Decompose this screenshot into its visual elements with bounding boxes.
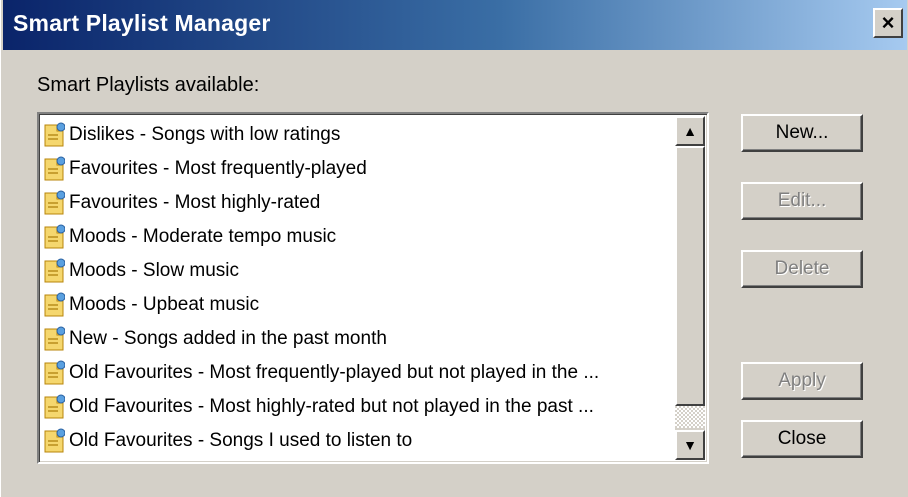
playlist-icon [44, 190, 65, 215]
playlist-icon [44, 258, 65, 283]
playlist-icon [44, 292, 65, 317]
list-item-label: Old Favourites - Most frequently-played … [69, 362, 600, 383]
list-item-label: New - Songs added in the past month [69, 328, 387, 349]
arrow-up-icon: ▲ [683, 123, 697, 139]
playlist-listbox[interactable]: Dislikes - Songs with low ratings Favour… [37, 112, 709, 464]
scroll-thumb[interactable] [675, 146, 705, 406]
scroll-track[interactable] [675, 406, 705, 428]
arrow-down-icon: ▼ [683, 437, 697, 453]
playlist-icon [44, 122, 65, 147]
list-item-label: Favourites - Most frequently-played [69, 158, 367, 179]
list-item-label: Moods - Moderate tempo music [69, 226, 337, 247]
list-item[interactable]: Old Favourites - Most frequently-played … [43, 356, 677, 390]
list-item-label: Old Favourites - Most highly-rated but n… [69, 396, 594, 417]
vertical-scrollbar[interactable]: ▲ ▼ [675, 116, 705, 460]
list-item[interactable]: Old Favourites - Songs I used to listen … [43, 424, 677, 458]
list-item-label: Favourites - Most highly-rated [69, 192, 321, 213]
list-item-label: Moods - Slow music [69, 260, 239, 281]
list-item[interactable]: Moods - Slow music [43, 254, 677, 288]
playlist-icon [44, 224, 65, 249]
list-item-label: Dislikes - Songs with low ratings [69, 124, 341, 145]
title-bar[interactable]: Smart Playlist Manager × [3, 0, 907, 50]
list-item[interactable]: New - Songs added in the past month [43, 322, 677, 356]
list-item-label: Old Favourites - Songs I used to listen … [69, 430, 413, 451]
list-item[interactable]: Moods - Upbeat music [43, 288, 677, 322]
edit-button[interactable]: Edit... [741, 182, 863, 220]
list-item[interactable]: Old Favourites - Most highly-rated but n… [43, 390, 677, 424]
playlist-icon [44, 428, 65, 453]
playlist-icon [44, 156, 65, 181]
apply-button[interactable]: Apply [741, 362, 863, 400]
smart-playlist-manager-dialog: Smart Playlist Manager × Smart Playlists… [0, 0, 908, 497]
window-title: Smart Playlist Manager [13, 10, 271, 36]
playlist-icon [44, 394, 65, 419]
list-item[interactable]: Moods - Moderate tempo music [43, 220, 677, 254]
list-item[interactable]: Favourites - Most frequently-played [43, 152, 677, 186]
new-button[interactable]: New... [741, 114, 863, 152]
scroll-up-button[interactable]: ▲ [675, 116, 705, 146]
list-item-label: Moods - Upbeat music [69, 294, 260, 315]
list-item[interactable]: Dislikes - Songs with low ratings [43, 118, 677, 152]
list-item[interactable]: Favourites - Most highly-rated [43, 186, 677, 220]
close-window-button[interactable]: × [873, 8, 903, 38]
close-icon: × [881, 10, 895, 35]
playlist-icon [44, 326, 65, 351]
playlist-icon [44, 360, 65, 385]
delete-button[interactable]: Delete [741, 250, 863, 288]
scroll-down-button[interactable]: ▼ [675, 430, 705, 460]
close-button[interactable]: Close [741, 420, 863, 458]
playlists-available-label: Smart Playlists available: [37, 74, 260, 96]
playlist-list: Dislikes - Songs with low ratings Favour… [43, 118, 677, 458]
